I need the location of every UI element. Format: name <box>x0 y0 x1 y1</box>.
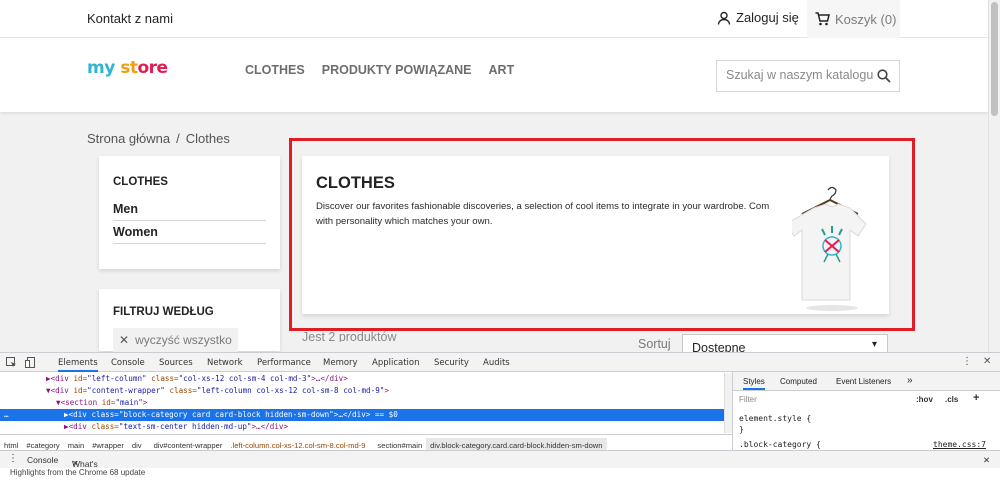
page-scrollbar[interactable] <box>988 0 1000 352</box>
tab-event-listeners[interactable]: Event Listeners <box>836 377 891 386</box>
more-options-icon[interactable]: ⋮ <box>962 356 972 367</box>
clear-all-label: wyczyść wszystko <box>135 333 232 347</box>
page-scrollbar-thumb[interactable] <box>991 2 998 116</box>
sort-label: Sortuj <box>638 337 671 351</box>
login-link[interactable]: Zaloguj się <box>717 10 799 25</box>
element-highlight-overlay <box>289 138 915 331</box>
breadcrumb-home[interactable]: Strona główna <box>87 131 170 146</box>
contact-link[interactable]: Kontakt z nami <box>87 11 173 26</box>
chevron-down-icon: ▾ <box>871 339 877 350</box>
sort-select[interactable]: Dostępne ▾ <box>682 334 888 352</box>
nav-item-related-products[interactable]: PRODUKTY POWIĄZANE <box>322 63 472 77</box>
hov-toggle[interactable]: :hov <box>916 395 933 404</box>
dom-tree: ▶<div id="left-column" class="col-xs-12 … <box>0 373 724 433</box>
more-tabs-icon[interactable]: » <box>907 375 913 386</box>
tab-elements[interactable]: Elements <box>58 358 98 372</box>
close-icon: ✕ <box>72 459 79 468</box>
login-label: Zaloguj się <box>736 10 799 25</box>
css-rule-selector[interactable]: .block-category { <box>739 440 821 449</box>
styles-pane: Styles Computed Event Listeners » Filter… <box>732 372 1000 450</box>
tab-console[interactable]: Console <box>111 358 145 368</box>
dom-node-block-category-selected[interactable]: … ▶<div class="block-category card card-b… <box>0 409 724 421</box>
tab-performance[interactable]: Performance <box>257 358 311 368</box>
nav-item-art[interactable]: ART <box>489 63 515 77</box>
close-drawer-icon[interactable]: ✕ <box>983 455 990 466</box>
dom-node-text-sm-center[interactable]: ▶<div class="text-sm-center hidden-md-up… <box>0 421 724 433</box>
inspect-element-icon[interactable] <box>6 357 17 368</box>
dom-crumb[interactable]: div <box>128 438 146 450</box>
whats-new-message: Highlights from the Chrome 68 update <box>0 468 1000 480</box>
search-input[interactable]: Szukaj w naszym katalogu <box>716 60 900 92</box>
tab-sources[interactable]: Sources <box>159 358 193 368</box>
breadcrumb: Strona główna / Clothes <box>87 131 230 146</box>
user-icon <box>717 11 731 25</box>
breadcrumb-separator: / <box>176 131 180 146</box>
drawer-menu-icon[interactable]: ⋮ <box>8 453 18 464</box>
cls-toggle[interactable]: .cls <box>945 395 958 404</box>
tab-styles[interactable]: Styles <box>743 377 765 390</box>
clear-all-button[interactable]: ✕ wyczyść wszystko <box>113 328 238 352</box>
tab-application[interactable]: Application <box>372 358 420 368</box>
tab-audits[interactable]: Audits <box>483 358 510 368</box>
css-source-link[interactable]: theme.css:7 <box>933 440 986 449</box>
subcategory-men[interactable]: Men <box>113 198 266 221</box>
subcategory-women[interactable]: Women <box>113 221 266 244</box>
dom-crumb[interactable]: main <box>64 438 88 450</box>
styles-filter-input[interactable]: Filter <box>739 395 757 404</box>
dom-crumb[interactable]: html <box>0 438 22 450</box>
cart-icon <box>815 12 830 26</box>
devtools-drawer-tabbar: ⋮ Console What's New ✕ ✕ <box>0 450 1000 479</box>
close-devtools-icon[interactable]: ✕ <box>983 356 991 367</box>
dom-tree-scrollbar[interactable] <box>724 373 732 433</box>
breadcrumb-current[interactable]: Clothes <box>186 131 230 146</box>
dom-breadcrumb-bar: html #category main #wrapper div div#content-… <box>0 434 732 450</box>
dom-crumb[interactable]: #category <box>22 438 63 450</box>
add-rule-button[interactable]: + <box>973 392 979 404</box>
dom-crumb[interactable]: section#main <box>373 438 426 450</box>
search-icon[interactable] <box>877 69 891 83</box>
cart-button[interactable]: Koszyk (0) <box>807 0 900 38</box>
search-placeholder: Szukaj w naszym katalogu <box>726 68 874 82</box>
store-logo[interactable]: my store <box>87 58 168 78</box>
drawer-tab-console[interactable]: Console <box>27 455 58 465</box>
sort-value: Dostępne <box>692 341 746 352</box>
device-toolbar-icon[interactable] <box>25 357 36 368</box>
dom-crumb[interactable]: #wrapper <box>88 438 128 450</box>
dom-crumb[interactable]: div#content-wrapper .left-column.col-xs-1… <box>146 435 374 450</box>
tab-security[interactable]: Security <box>434 358 469 368</box>
dom-node-section-main[interactable]: ▼<section id="main"> <box>0 397 724 409</box>
site-header: my store CLOTHES PRODUKTY POWIĄZANE ART … <box>0 38 988 112</box>
tab-computed[interactable]: Computed <box>780 377 817 386</box>
close-icon: ✕ <box>119 333 130 347</box>
css-rule-selector[interactable]: element.style { <box>739 414 811 423</box>
dom-node-left-column[interactable]: ▶<div id="left-column" class="col-xs-12 … <box>0 373 724 385</box>
top-bar: Kontakt z nami Zaloguj się Koszyk (0) <box>0 0 988 38</box>
cart-label: Koszyk (0) <box>835 11 897 27</box>
main-nav: CLOTHES PRODUKTY POWIĄZANE ART <box>245 63 514 77</box>
product-count: Jest 2 produktów <box>302 330 397 342</box>
dom-node-content-wrapper[interactable]: ▼<div id="content-wrapper" class="left-c… <box>0 385 724 397</box>
devtools-tabbar: Elements Console Sources Network Perform… <box>0 353 1000 372</box>
category-tree-title[interactable]: CLOTHES <box>113 176 266 188</box>
tab-network[interactable]: Network <box>207 358 243 368</box>
dom-crumb-active[interactable]: div.block-category.card.card-block.hidde… <box>426 438 607 450</box>
css-rule-close: } <box>739 425 744 434</box>
filter-card: FILTRUJ WEDŁUG ✕ wyczyść wszystko <box>99 289 280 352</box>
tab-memory[interactable]: Memory <box>323 358 358 368</box>
nav-item-clothes[interactable]: CLOTHES <box>245 63 305 77</box>
category-tree-card: CLOTHES Men Women <box>99 156 280 269</box>
styles-tabbar: Styles Computed Event Listeners » <box>733 372 1000 391</box>
filter-title: FILTRUJ WEDŁUG <box>113 306 214 318</box>
